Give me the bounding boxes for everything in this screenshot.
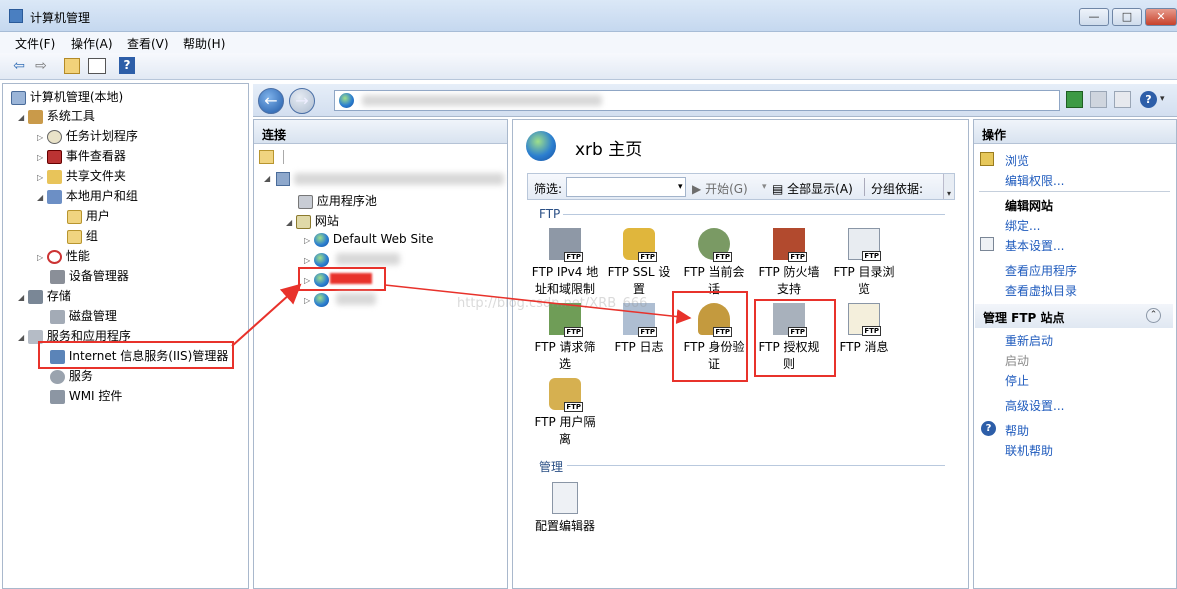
- manage-ftp-header: 管理 FTP 站点: [983, 311, 1065, 325]
- collapse-section-icon[interactable]: ⌃: [1146, 308, 1161, 323]
- action-stop[interactable]: 停止: [1005, 372, 1029, 389]
- action-online-help[interactable]: 联机帮助: [1005, 442, 1053, 459]
- actions-pane: 操作: [973, 119, 1177, 589]
- action-edit-permissions[interactable]: 编辑权限...: [1005, 172, 1064, 189]
- action-view-applications[interactable]: 查看应用程序: [1005, 262, 1077, 279]
- divider: [979, 191, 1170, 192]
- browse-icon: [980, 152, 994, 166]
- action-view-virtual-dirs[interactable]: 查看虚拟目录: [1005, 282, 1077, 299]
- arrow-iis-to-site: [231, 283, 302, 347]
- help-icon: ?: [981, 421, 996, 436]
- edit-site-header: 编辑网站: [1005, 199, 1054, 213]
- actions-header: 操作: [974, 120, 1176, 144]
- action-advanced-settings[interactable]: 高级设置...: [1005, 397, 1064, 414]
- action-basic-settings[interactable]: 基本设置...: [1005, 237, 1064, 254]
- action-browse[interactable]: 浏览: [1005, 152, 1029, 169]
- action-bindings[interactable]: 绑定...: [1005, 217, 1040, 234]
- action-help[interactable]: 帮助: [1005, 422, 1029, 439]
- arrow-site-to-auth: [384, 284, 692, 325]
- action-start[interactable]: 启动: [1005, 352, 1029, 369]
- settings-icon: [980, 237, 994, 251]
- action-restart[interactable]: 重新启动: [1005, 332, 1053, 349]
